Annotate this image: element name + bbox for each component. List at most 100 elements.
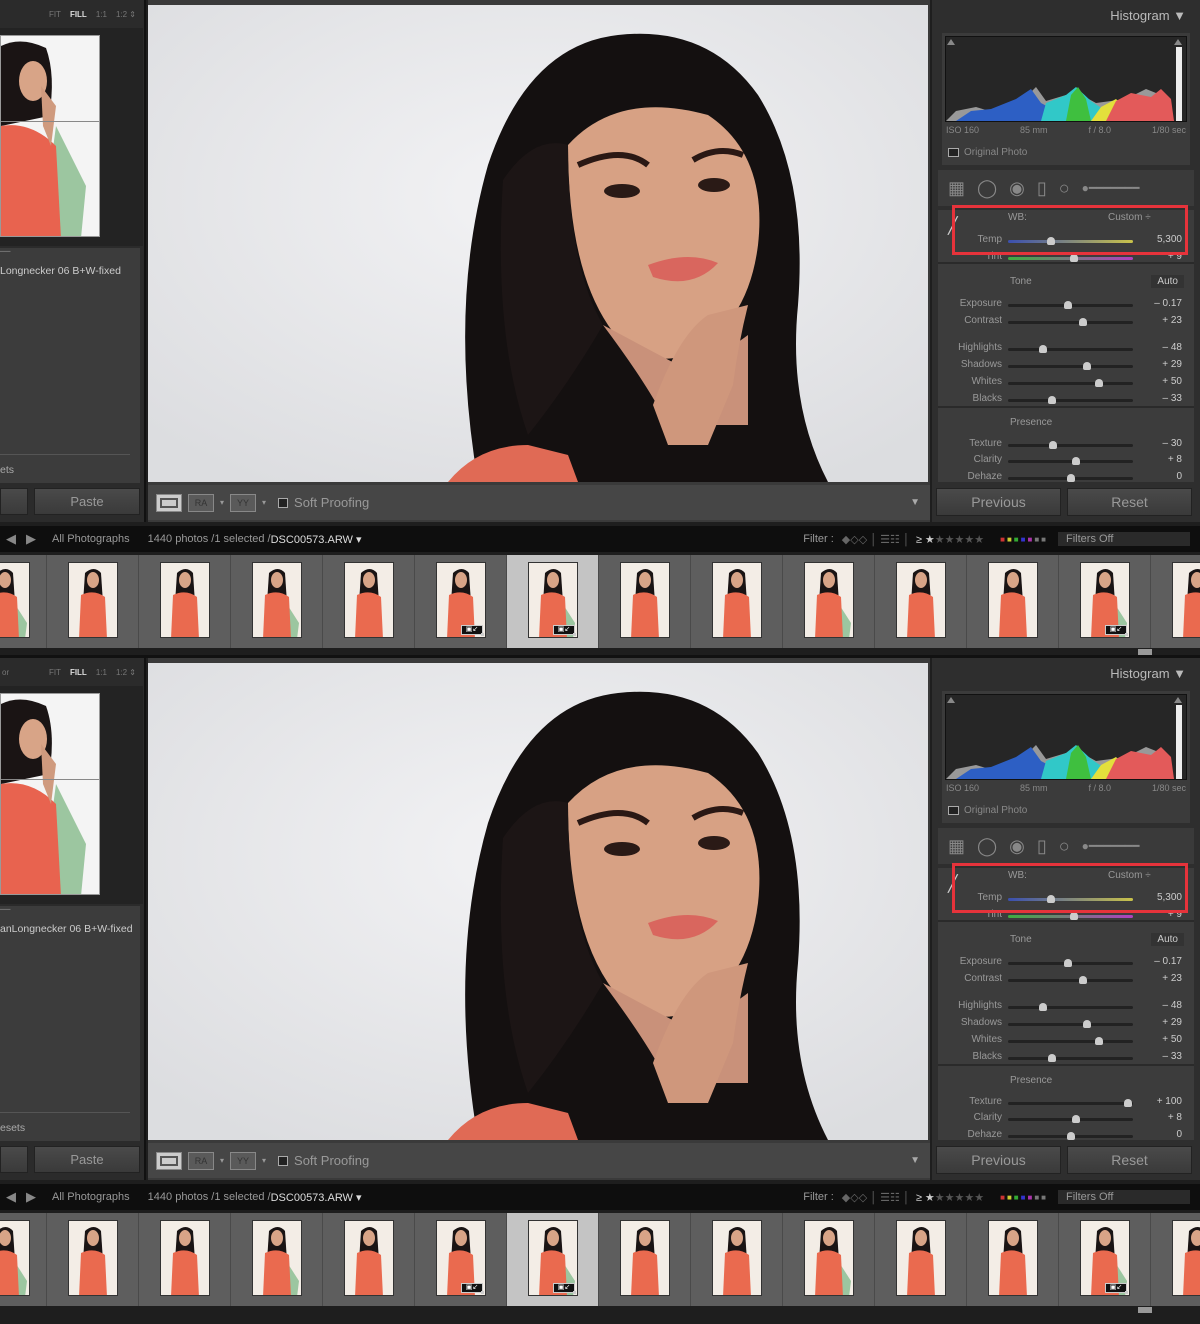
presets-section-label[interactable]: esets bbox=[0, 1119, 25, 1138]
filmstrip-thumbnail[interactable] bbox=[323, 1213, 415, 1306]
filters-dropdown[interactable]: Filters Off bbox=[1058, 532, 1190, 546]
filmstrip-thumbnail[interactable] bbox=[783, 555, 875, 648]
filename-dropdown[interactable]: DSC00573.ARW ▾ bbox=[271, 533, 362, 546]
filmstrip-thumbnail[interactable]: ▣↙ bbox=[1059, 555, 1151, 648]
main-photo[interactable] bbox=[148, 663, 928, 1140]
radial-filter-icon[interactable]: ○ bbox=[1059, 836, 1070, 857]
red-eye-icon[interactable]: ◉ bbox=[1009, 836, 1025, 857]
slider-value[interactable]: + 29 bbox=[1162, 1017, 1182, 1028]
previous-button[interactable]: Previous bbox=[936, 488, 1061, 516]
filmstrip-thumbnail[interactable]: ▣↙ bbox=[1059, 1213, 1151, 1306]
filmstrip-thumbnail[interactable] bbox=[691, 1213, 783, 1306]
slider-value[interactable]: – 33 bbox=[1163, 393, 1182, 404]
soft-proofing-label[interactable]: Soft Proofing bbox=[294, 495, 369, 510]
filmstrip-thumbnail[interactable] bbox=[231, 1213, 323, 1306]
filmstrip-thumbnail[interactable]: ▣↙ bbox=[507, 1213, 599, 1306]
slider-track[interactable] bbox=[1008, 1054, 1133, 1062]
back-arrow-icon[interactable]: ◀ bbox=[6, 1189, 16, 1205]
preset-item[interactable]: Longnecker 06 B+W-fixed bbox=[0, 262, 140, 281]
filmstrip-thumbnail[interactable] bbox=[47, 555, 139, 648]
slider-thumb[interactable] bbox=[1064, 959, 1072, 967]
rating-filter[interactable]: ≥ ★ bbox=[916, 1191, 935, 1204]
navigator-viewport-box[interactable] bbox=[1, 36, 99, 122]
slider-thumb[interactable] bbox=[1082, 1020, 1091, 1028]
brush-icon[interactable]: ●━━━━━━━ bbox=[1082, 839, 1140, 853]
slider-track[interactable] bbox=[1008, 474, 1133, 482]
slider-track[interactable] bbox=[1008, 1037, 1133, 1045]
slider-thumb[interactable] bbox=[1066, 474, 1075, 482]
slider-track[interactable] bbox=[1008, 301, 1133, 309]
filmstrip-thumbnail[interactable] bbox=[139, 555, 231, 648]
flag-filter-icons[interactable]: ◆◇◇ │ ☰☷ │ bbox=[842, 1191, 910, 1204]
slider-value[interactable]: – 0.17 bbox=[1154, 298, 1182, 309]
copy-button[interactable] bbox=[0, 1146, 28, 1173]
reset-button[interactable]: Reset bbox=[1067, 488, 1192, 516]
original-photo-checkbox[interactable] bbox=[948, 806, 959, 815]
original-photo-toggle[interactable]: Original Photo bbox=[948, 147, 1027, 158]
slider-value[interactable]: + 50 bbox=[1162, 1034, 1182, 1045]
zoom-fit[interactable]: FIT bbox=[49, 668, 61, 677]
copy-button[interactable] bbox=[0, 488, 28, 515]
graduated-filter-icon[interactable]: ▯ bbox=[1037, 178, 1047, 199]
zoom-fill[interactable]: FILL bbox=[70, 10, 87, 19]
slider-thumb[interactable] bbox=[1070, 254, 1079, 262]
original-photo-toggle[interactable]: Original Photo bbox=[948, 805, 1027, 816]
flag-filter-icons[interactable]: ◆◇◇ │ ☰☷ │ bbox=[842, 533, 910, 546]
filmstrip-thumbnail[interactable]: ▣↙ bbox=[415, 1213, 507, 1306]
slider-value[interactable]: + 23 bbox=[1162, 315, 1182, 326]
star-icons[interactable]: ★★★★★ bbox=[935, 1191, 984, 1204]
slider-thumb[interactable] bbox=[1049, 441, 1057, 449]
slider-value[interactable]: – 48 bbox=[1163, 1000, 1182, 1011]
color-label-filters[interactable]: ■■■■■■■ bbox=[1000, 535, 1048, 544]
slider-thumb[interactable] bbox=[1047, 396, 1056, 404]
slider-track[interactable] bbox=[1008, 959, 1133, 967]
slider-thumb[interactable] bbox=[1082, 362, 1091, 370]
slider-track[interactable] bbox=[1008, 1020, 1133, 1028]
filmstrip-thumbnail[interactable] bbox=[599, 1213, 691, 1306]
graduated-filter-icon[interactable]: ▯ bbox=[1037, 836, 1047, 857]
slider-track[interactable] bbox=[1008, 1115, 1133, 1123]
zoom-1-2[interactable]: 1:2 ⇕ bbox=[116, 668, 136, 677]
slider-thumb[interactable] bbox=[1095, 379, 1104, 387]
slider-value[interactable]: 0 bbox=[1176, 471, 1182, 482]
filters-dropdown[interactable]: Filters Off bbox=[1058, 1190, 1190, 1204]
slider-track[interactable] bbox=[1008, 1003, 1133, 1011]
brush-icon[interactable]: ●━━━━━━━ bbox=[1082, 181, 1140, 195]
slider-track[interactable] bbox=[1008, 362, 1133, 370]
slider-track[interactable] bbox=[1008, 1132, 1133, 1140]
soft-proofing-label[interactable]: Soft Proofing bbox=[294, 1153, 369, 1168]
slider-value[interactable]: + 8 bbox=[1168, 1112, 1182, 1123]
filmstrip-thumbnail[interactable] bbox=[231, 555, 323, 648]
main-photo[interactable] bbox=[148, 5, 928, 482]
slider-thumb[interactable] bbox=[1079, 976, 1087, 984]
filmstrip-thumbnail[interactable] bbox=[783, 1213, 875, 1306]
star-icons[interactable]: ★★★★★ bbox=[935, 533, 984, 546]
zoom-fill[interactable]: FILL bbox=[70, 668, 87, 677]
slider-value[interactable]: + 100 bbox=[1157, 1096, 1182, 1107]
slider-thumb[interactable] bbox=[1124, 1099, 1132, 1107]
filmstrip-scrollbar[interactable] bbox=[1138, 649, 1152, 655]
loupe-view-button[interactable] bbox=[156, 493, 182, 512]
original-photo-checkbox[interactable] bbox=[948, 148, 959, 157]
zoom-fit[interactable]: FIT bbox=[49, 10, 61, 19]
slider-thumb[interactable] bbox=[1039, 345, 1047, 353]
soft-proofing-checkbox[interactable] bbox=[278, 497, 289, 508]
zoom-1-1[interactable]: 1:1 bbox=[96, 10, 107, 19]
slider-value[interactable]: + 8 bbox=[1168, 454, 1182, 465]
toolbar-menu-arrow-icon[interactable]: ▼ bbox=[910, 497, 920, 508]
slider-thumb[interactable] bbox=[1066, 1132, 1075, 1140]
slider-track[interactable] bbox=[1008, 379, 1133, 387]
slider-value[interactable]: – 0.17 bbox=[1154, 956, 1182, 967]
slider-thumb[interactable] bbox=[1064, 301, 1072, 309]
slider-track[interactable] bbox=[1008, 912, 1133, 920]
filmstrip-scrollbar[interactable] bbox=[1138, 1307, 1152, 1313]
dropdown-arrow-icon[interactable]: ▾ bbox=[220, 1156, 224, 1165]
toolbar-menu-arrow-icon[interactable]: ▼ bbox=[910, 1155, 920, 1166]
slider-track[interactable] bbox=[1008, 318, 1133, 326]
filename-dropdown[interactable]: DSC00573.ARW ▾ bbox=[271, 1191, 362, 1204]
rating-filter[interactable]: ≥ ★ bbox=[916, 533, 935, 546]
filmstrip-thumbnail[interactable] bbox=[1151, 555, 1200, 648]
filmstrip-thumbnail[interactable] bbox=[47, 1213, 139, 1306]
filmstrip-thumbnail[interactable] bbox=[323, 555, 415, 648]
slider-value[interactable]: + 50 bbox=[1162, 376, 1182, 387]
